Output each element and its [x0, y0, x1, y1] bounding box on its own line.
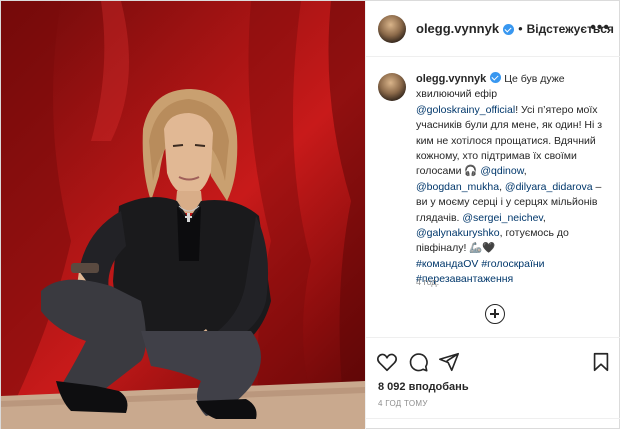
mention-golos[interactable]: @golоskrainy_official [416, 104, 515, 116]
caption-sep-1: , [523, 165, 527, 178]
verified-badge-icon [503, 24, 515, 35]
caption-username-link[interactable]: olegg.vynnyk [416, 73, 486, 85]
mention-qdinow[interactable]: @qdinow [480, 165, 523, 177]
caption-sep-3: , [542, 211, 546, 224]
mention-bogdan[interactable]: @bogdan_mukha [416, 181, 499, 193]
like-heart-icon[interactable] [376, 351, 398, 373]
username-link[interactable]: olegg.vynnyk [416, 21, 499, 36]
caption-timestamp: 4 год. [416, 277, 440, 287]
bookmark-save-icon[interactable] [590, 351, 612, 373]
post-header: olegg.vynnyk • Відстежується ••• [366, 1, 620, 57]
separator-dot: • [518, 21, 523, 36]
load-more-comments-icon[interactable] [485, 304, 505, 324]
comment-icon[interactable] [407, 351, 429, 373]
mention-dilyara[interactable]: @dilyara_didarova [505, 181, 593, 193]
post-photo[interactable] [1, 1, 365, 429]
mention-galyna[interactable]: @galynakuryshko [416, 227, 500, 239]
post-time-ago: 4 ГОД ТОМУ [378, 399, 428, 408]
hashtag-goloskrainy[interactable]: #голоскраїни [481, 258, 544, 270]
hashtag-komandaov[interactable]: #командаOV [416, 258, 478, 270]
share-send-icon[interactable] [438, 351, 460, 373]
post-sidebar: olegg.vynnyk • Відстежується ••• olegg.v… [365, 1, 620, 429]
mention-sergei[interactable]: @sergei_neichev [462, 212, 543, 224]
more-options-icon[interactable]: ••• [590, 19, 610, 37]
caption-verified-badge-icon [490, 72, 502, 83]
likes-count[interactable]: 8 092 вподобань [378, 381, 469, 393]
caption-block: olegg.vynnyk Це був дуже хвилюючий ефір … [378, 71, 614, 288]
instagram-post: olegg.vynnyk • Відстежується ••• olegg.v… [0, 0, 620, 429]
caption-text: olegg.vynnyk Це був дуже хвилюючий ефір … [416, 71, 614, 288]
photo-illustration [1, 1, 365, 429]
action-bar: 8 092 вподобань 4 ГОД ТОМУ [366, 337, 620, 429]
avatar[interactable] [378, 14, 406, 43]
add-comment-row[interactable] [366, 418, 620, 429]
caption-avatar[interactable] [378, 73, 406, 101]
